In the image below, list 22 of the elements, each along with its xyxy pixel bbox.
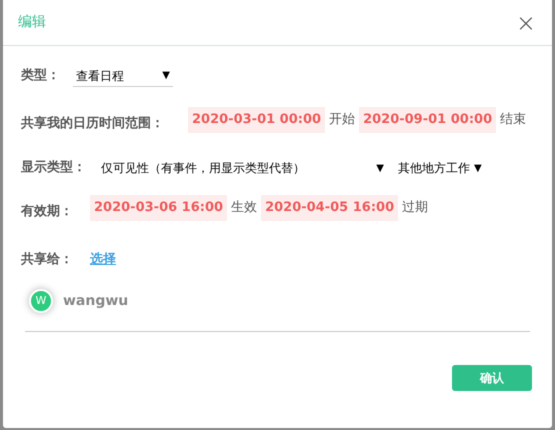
field-label: 共享我的日历时间范围：: [21, 114, 165, 134]
user-name: wangwu: [63, 292, 128, 310]
confirm-button[interactable]: 确认: [452, 365, 532, 391]
date-value[interactable]: 2020-03-01 00:00: [188, 107, 326, 133]
date-value[interactable]: 2020-09-01 00:00: [359, 107, 496, 133]
select-link[interactable]: 选择: [90, 250, 116, 270]
category-select[interactable]: 其他地方工作 ▼: [398, 159, 482, 177]
close-button[interactable]: ×: [516, 10, 536, 34]
user-avatar: W: [29, 289, 53, 313]
date-caption: 结束: [499, 111, 528, 130]
field-label: 显示类型：: [21, 159, 87, 178]
date-caption: 生效: [230, 199, 258, 218]
date-value[interactable]: 2020-03-06 16:00: [90, 195, 228, 221]
field-label: 有效期：: [21, 203, 74, 222]
type-select[interactable]: 查看日程 ▼: [73, 65, 173, 87]
date-value[interactable]: 2020-04-05 16:00: [261, 195, 398, 221]
dialog-title: 编辑: [18, 13, 46, 32]
date-caption: 过期: [401, 199, 430, 218]
display-type-select[interactable]: 仅可见性（有事件，用显示类型代替） ▼: [101, 159, 386, 177]
field-label: 类型：: [21, 67, 61, 86]
date-caption: 开始: [328, 111, 356, 130]
field-label: 共享给：: [21, 250, 74, 270]
